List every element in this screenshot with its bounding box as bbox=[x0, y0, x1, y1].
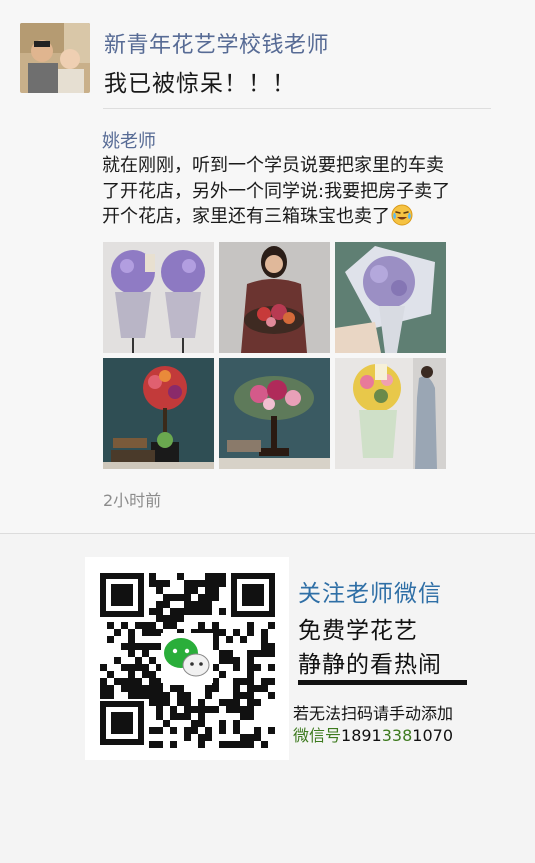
post-time: 2小时前 bbox=[103, 491, 162, 510]
wechat-qr-code[interactable] bbox=[85, 557, 289, 760]
wechat-logo-icon bbox=[161, 633, 213, 683]
promo-free-text: 免费学花艺 bbox=[298, 618, 418, 644]
photo-pink-flower-arrangement[interactable] bbox=[219, 358, 330, 469]
divider bbox=[0, 533, 535, 534]
shared-post-text: 就在刚刚，听到一个学员说要把家里的车卖 了开花店，另外一个同学说:我要把房子卖了… bbox=[102, 153, 482, 230]
wechat-id-label: 微信号 bbox=[293, 726, 342, 745]
promo-follow-text: 关注老师微信 bbox=[298, 581, 442, 607]
moments-post: 新青年花艺学校钱老师 我已被惊呆！！！ 姚老师 就在刚刚，听到一个学员说要把家里… bbox=[0, 0, 535, 533]
divider bbox=[103, 108, 491, 109]
post-author-name[interactable]: 新青年花艺学校钱老师 bbox=[104, 27, 329, 59]
wechat-id-part: 338 bbox=[381, 726, 413, 745]
wechat-id-line: 微信号18913381070 bbox=[293, 722, 453, 746]
shared-author-name[interactable]: 姚老师 bbox=[102, 127, 156, 153]
avatar[interactable] bbox=[20, 23, 90, 93]
photo-flower-basket-stand[interactable] bbox=[335, 358, 446, 469]
wechat-id-part: 1070 bbox=[412, 726, 453, 745]
photo-purple-hydrangea-bouquet[interactable] bbox=[335, 242, 446, 353]
photo-woman-holding-flower-basket[interactable] bbox=[219, 242, 330, 353]
crying-laugh-emoji bbox=[391, 204, 413, 226]
promo-watch-text: 静静的看热闹 bbox=[298, 652, 442, 678]
wechat-id-part: 1891 bbox=[341, 726, 382, 745]
post-text-line: 了开花店，另外一个同学说:我要把房子卖了 bbox=[102, 180, 451, 202]
photo-grid bbox=[103, 242, 446, 469]
promo-manual-text: 若无法扫码请手动添加 bbox=[293, 704, 454, 723]
photo-red-rose-topiary[interactable] bbox=[103, 358, 214, 469]
photo-purple-flower-stands[interactable] bbox=[103, 242, 214, 353]
post-text-line: 就在刚刚，听到一个学员说要把家里的车卖 bbox=[102, 155, 444, 176]
post-status-text: 我已被惊呆！！！ bbox=[104, 71, 296, 97]
post-text-line: 开个花店，家里还有三箱珠宝也卖了 bbox=[102, 204, 482, 230]
underline-bar bbox=[298, 680, 467, 685]
